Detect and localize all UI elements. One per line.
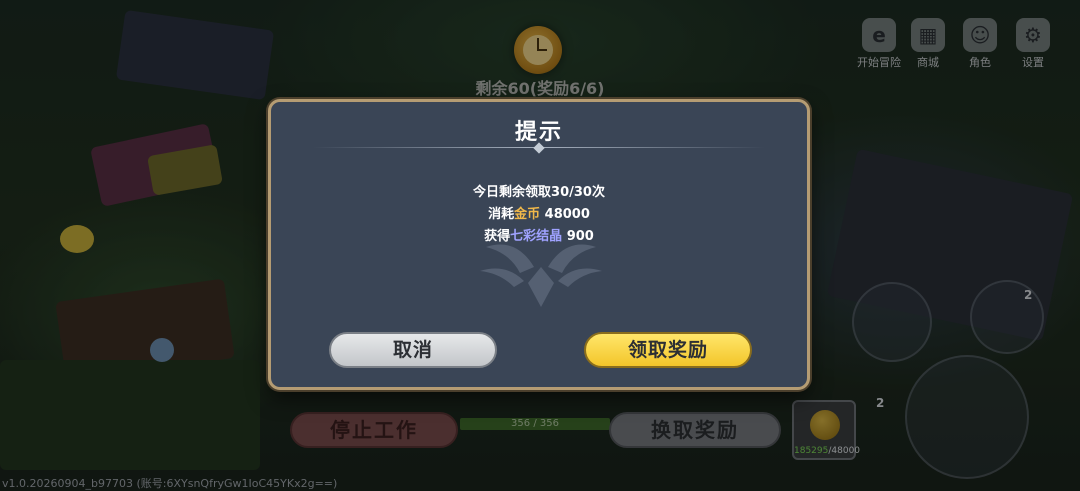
cost-line: 消耗金币 48000 <box>488 207 590 222</box>
claim-remaining-line: 今日剩余领取30/30次 <box>473 185 605 200</box>
dialog-title: 提示 <box>514 120 563 145</box>
claim-reward-button[interactable]: 领取奖励 <box>584 332 752 368</box>
crystal-text: 七彩结晶 <box>510 229 563 244</box>
gold-coin-text: 金币 <box>514 207 541 222</box>
dialog-message: 今日剩余领取30/30次 消耗金币 48000 获得七彩结晶 900 <box>271 182 807 248</box>
cancel-button[interactable]: 取消 <box>329 332 497 368</box>
gain-line: 获得七彩结晶 900 <box>484 229 594 244</box>
reward-dialog: 提示 今日剩余领取30/30次 消耗金币 48000 获得七彩结晶 900 取消… <box>268 99 810 390</box>
